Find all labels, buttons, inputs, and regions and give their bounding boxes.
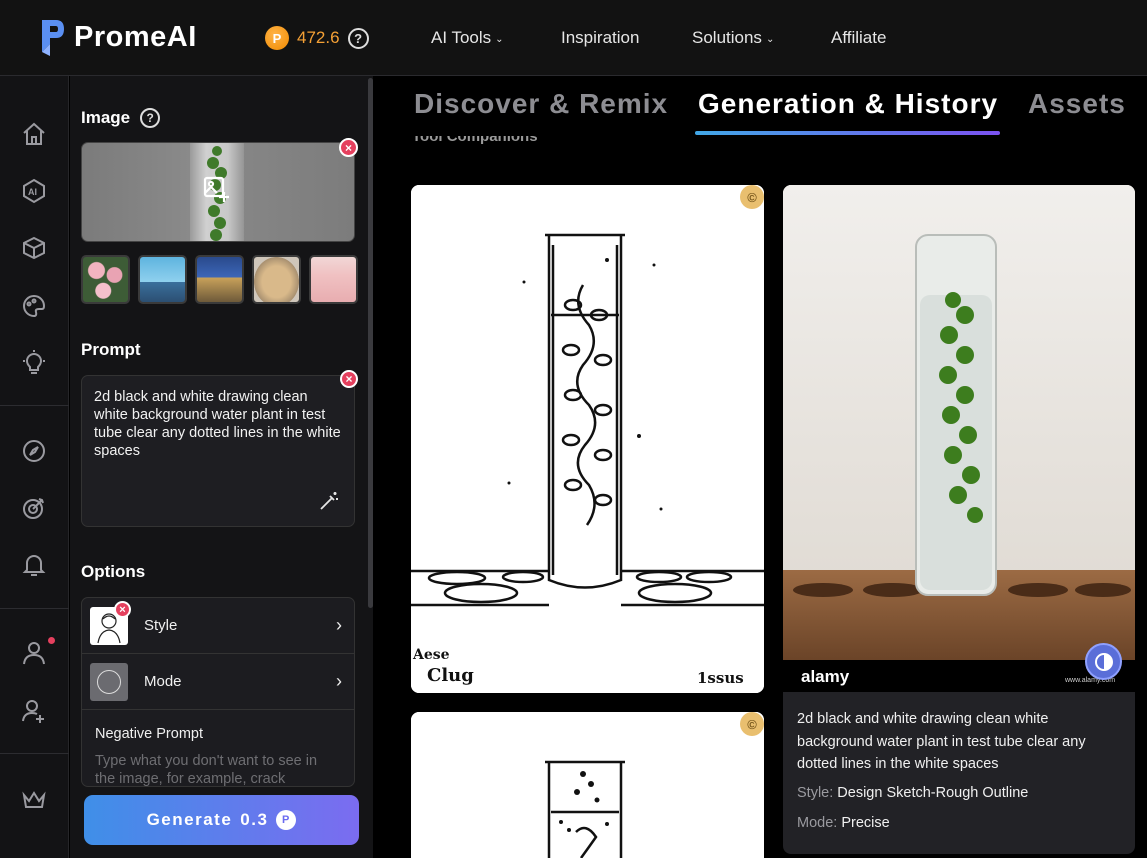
option-mode[interactable]: Mode › [82,654,354,710]
rail-divider [0,753,69,754]
svg-text:AI: AI [28,187,37,197]
remove-style-button[interactable]: × [114,601,131,618]
notification-dot [48,637,55,644]
result-card-sketch[interactable]: Aese Clug 1ssus [411,185,764,693]
compass-icon[interactable] [20,437,48,465]
sketch-text-b: Clug [427,665,474,686]
logo[interactable]: PromeAI [38,16,197,58]
negative-prompt-title: Negative Prompt [95,726,203,742]
tab-generation-history[interactable]: Generation & History [698,88,998,120]
home-icon[interactable] [20,120,48,148]
panel-scrollbar[interactable] [368,78,373,608]
credits-display[interactable]: P 472.6 ? [265,26,369,50]
photo-watermark: alamy [801,667,850,686]
nav-label: AI Tools [431,28,492,47]
coin-icon: P [276,810,297,830]
result-card-photo[interactable]: alamy www.alamy.com [783,185,1135,693]
magic-wand-icon[interactable] [318,490,340,512]
options-title: Options [81,562,146,581]
sketch-image [411,185,764,693]
compare-contrast-button[interactable] [1085,643,1122,680]
image-section-header: Image ? [81,108,161,128]
ai-icon[interactable]: AI [20,177,48,205]
image-upload-box[interactable] [81,142,355,242]
add-image-icon[interactable] [194,167,238,211]
generate-label: Generate [146,810,233,829]
app-name: PromeAI [74,20,197,53]
info-style-line: Style: Design Sketch-Rough Outline [797,785,1121,801]
info-style-value: Design Sketch-Rough Outline [837,784,1029,801]
sketch-image-2 [411,712,764,858]
palette-icon[interactable] [20,292,48,320]
nav-label: Affiliate [831,28,887,47]
remove-image-button[interactable]: × [339,138,358,157]
generate-cost: 0.3 [240,810,269,829]
user-icon[interactable] [20,639,48,667]
result-card-sketch-2[interactable] [411,712,764,858]
info-mode-label: Mode: [797,814,838,831]
image-title: Image [81,108,131,127]
chevron-down-icon: ⌄ [495,33,504,45]
lightbulb-icon[interactable] [20,349,48,377]
tool-companions-heading: Tool Companions [412,128,538,145]
clear-prompt-button[interactable]: × [340,370,358,388]
sample-roses-thumb[interactable] [81,255,130,304]
sketch-text-a: Aese [413,647,450,663]
rail-divider [0,405,69,406]
contrast-icon [1094,652,1113,671]
sample-building-thumb[interactable] [195,255,244,304]
nav-label: Inspiration [561,28,640,47]
copyright-badge-icon: © [740,712,764,736]
crown-icon[interactable] [20,786,48,814]
option-style-label: Style [144,617,178,634]
question-circle-icon[interactable]: ? [140,108,161,128]
cube-icon[interactable] [20,234,48,262]
nav-affiliate[interactable]: Affiliate [831,28,886,48]
info-style-label: Style: [797,784,834,801]
prompt-text[interactable]: 2d black and white drawing clean white b… [94,388,342,460]
nav-inspiration[interactable]: Inspiration [561,28,639,48]
copyright-badge-icon: © [740,185,764,209]
generation-info-panel: 2d black and white drawing clean white b… [783,692,1135,854]
rail-divider [0,608,69,609]
option-mode-label: Mode [144,673,182,690]
sketch-text-c: 1ssus [697,669,744,687]
target-icon[interactable] [20,494,48,522]
promeai-logo-icon [42,20,64,56]
prompt-input[interactable]: 2d black and white drawing clean white b… [81,375,355,527]
chevron-right-icon: › [336,671,342,691]
chevron-down-icon: ⌄ [765,33,775,45]
nav-solutions[interactable]: Solutions ⌄ [692,28,774,48]
credits-value: 472.6 [297,28,340,47]
nav-label: Solutions [692,28,762,47]
prompt-title: Prompt [81,340,141,359]
icon-rail: AI [0,76,69,858]
info-mode-line: Mode: Precise [797,815,1121,831]
sample-images [81,255,358,304]
options-list: Style › Mode › Negative Prompt Type what… [81,597,355,787]
active-tab-indicator [695,131,1000,135]
question-circle-icon[interactable]: ? [347,27,369,49]
bell-icon[interactable] [20,551,48,579]
generate-button[interactable]: Generate 0.3 P [84,795,359,845]
sample-illustration-thumb[interactable] [138,255,187,304]
mode-thumbnail [90,662,128,701]
photo-image [783,185,1135,693]
top-bar: PromeAI P 472.6 ? AI Tools ⌄ Inspiration … [0,0,1147,76]
tab-discover-remix[interactable]: Discover & Remix [414,88,668,120]
negative-prompt-input[interactable]: Type what you don't want to see in the i… [82,742,354,786]
nav-ai-tools[interactable]: AI Tools ⌄ [431,28,504,48]
tab-assets[interactable]: Assets [1028,88,1126,120]
circle-icon [97,669,121,694]
info-mode-value: Precise [841,814,890,831]
sample-jacket-thumb[interactable] [252,255,301,304]
coin-icon: P [265,26,289,50]
chevron-right-icon: › [336,615,342,635]
info-prompt: 2d black and white drawing clean white b… [797,711,1086,772]
user-plus-icon[interactable] [20,697,48,725]
generation-panel: Image ? × Prompt 2d black and white draw… [70,76,373,858]
sample-skirt-thumb[interactable] [309,255,358,304]
